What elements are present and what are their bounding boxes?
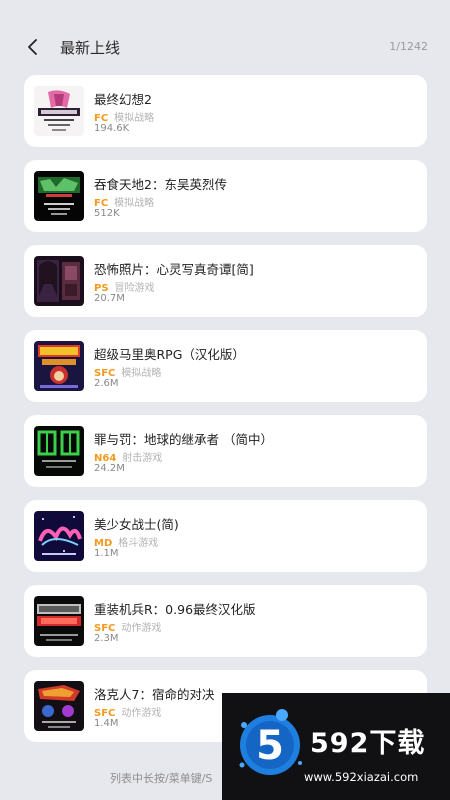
game-card[interactable]: 罪与罚：地球的继承者 （简中） N64 射击游戏 24.2M	[24, 415, 427, 487]
back-arrow-icon	[20, 34, 46, 60]
game-meta: SFC 模拟战略	[94, 364, 161, 379]
game-meta: SFC 动作游戏	[94, 704, 161, 719]
game-meta: FC 模拟战略	[94, 194, 154, 209]
genre-tag: 格斗游戏	[118, 538, 159, 549]
game-list: 最终幻想2 FC 模拟战略 194.6K 吞食天地2：东吴英烈传 FC 模拟战略 5…	[24, 75, 427, 755]
back-button[interactable]	[20, 34, 46, 60]
file-size: 1.1M	[94, 548, 119, 559]
brand-logo-icon: 5	[230, 703, 308, 787]
genre-tag: 模拟战略	[121, 368, 162, 379]
page-counter: 1/1242	[389, 40, 428, 53]
tunshi-tiandi-2-cover-icon	[34, 171, 84, 221]
sailor-moon-cover-icon	[34, 511, 84, 561]
genre-tag: 射击游戏	[122, 453, 163, 464]
genre-tag: 动作游戏	[121, 708, 162, 719]
horror-photo-cover-icon	[34, 256, 84, 306]
metal-max-cover-icon	[34, 596, 84, 646]
game-card[interactable]: 最终幻想2 FC 模拟战略 194.6K	[24, 75, 427, 147]
file-size: 512K	[94, 208, 120, 219]
game-meta: SFC 动作游戏	[94, 619, 161, 634]
game-card[interactable]: 重装机兵R：0.96最终汉化版 SFC 动作游戏 2.3M	[24, 585, 427, 657]
file-size: 2.6M	[94, 378, 119, 389]
file-size: 24.2M	[94, 463, 125, 474]
rockman-7-cover-icon	[34, 681, 84, 731]
game-meta: MD 格斗游戏	[94, 534, 158, 549]
watermark: 5 592下载 www.592xiazai.com	[222, 693, 450, 800]
game-meta: FC 模拟战略	[94, 109, 154, 124]
game-card[interactable]: 恐怖照片：心灵写真奇谭[简] PS 冒险游戏 20.7M	[24, 245, 427, 317]
game-meta: N64 射击游戏	[94, 449, 162, 464]
game-meta: PS 冒险游戏	[94, 279, 155, 294]
game-title: 吞食天地2：东吴英烈传	[94, 177, 227, 192]
game-title: 美少女战士(简)	[94, 517, 179, 532]
genre-tag: 模拟战略	[114, 198, 155, 209]
file-size: 2.3M	[94, 633, 119, 644]
file-size: 20.7M	[94, 293, 125, 304]
game-card[interactable]: 美少女战士(简) MD 格斗游戏 1.1M	[24, 500, 427, 572]
game-card[interactable]: 超级马里奥RPG（汉化版） SFC 模拟战略 2.6M	[24, 330, 427, 402]
file-size: 194.6K	[94, 123, 130, 134]
header-bar: 最新上线 1/1242	[0, 0, 450, 72]
game-card[interactable]: 吞食天地2：东吴英烈传 FC 模拟战略 512K	[24, 160, 427, 232]
file-size: 1.4M	[94, 718, 119, 729]
game-title: 罪与罚：地球的继承者 （简中）	[94, 432, 273, 447]
logo-digit: 5	[256, 723, 284, 769]
game-title: 恐怖照片：心灵写真奇谭[简]	[94, 262, 254, 277]
game-title: 重装机兵R：0.96最终汉化版	[94, 602, 256, 617]
genre-tag: 动作游戏	[121, 623, 162, 634]
page-title: 最新上线	[60, 39, 121, 57]
sin-and-punishment-cover-icon	[34, 426, 84, 476]
super-mario-rpg-cover-icon	[34, 341, 84, 391]
game-title: 洛克人7：宿命的对决	[94, 687, 215, 702]
brand-name: 592下载	[310, 728, 426, 759]
brand-url: www.592xiazai.com	[304, 770, 419, 784]
final-fantasy-2-cover-icon	[34, 86, 84, 136]
footer-hint: 列表中长按/菜单键/S	[110, 772, 213, 785]
game-title: 超级马里奥RPG（汉化版）	[94, 347, 245, 362]
game-title: 最终幻想2	[94, 92, 152, 107]
